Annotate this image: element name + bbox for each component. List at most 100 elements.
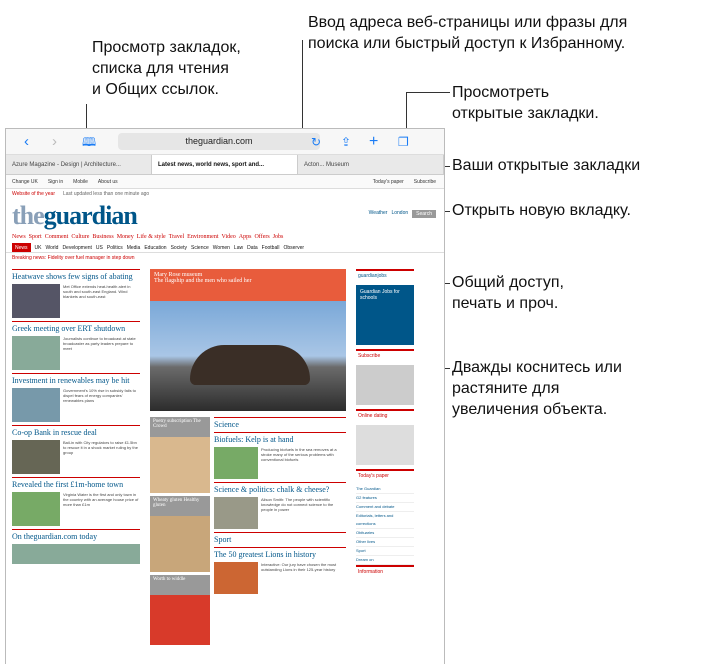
food-image[interactable] [150, 437, 210, 493]
story-row: Virginia Water is the first and only tow… [12, 492, 140, 529]
subbar-link[interactable]: Mobile [73, 175, 88, 188]
sidebar-link[interactable]: Editorials, letters and corrections [356, 512, 414, 529]
reload-icon[interactable]: ↻ [311, 133, 321, 151]
strip-award[interactable]: Website of the year [12, 189, 55, 200]
subnav-link[interactable]: Observer [283, 243, 304, 252]
headline[interactable]: Biofuels: Kelp is at hand [214, 432, 346, 444]
sidebar-link[interactable]: Other lives [356, 538, 414, 547]
tab-azure[interactable]: Azure Magazine - Design | Architecture..… [6, 155, 152, 174]
subnav-link[interactable]: Development [62, 243, 91, 252]
section-link[interactable]: Sport [29, 232, 42, 243]
headline[interactable]: Investment in renewables may be hit [12, 373, 140, 385]
sidebar-link[interactable]: Sport [356, 547, 414, 556]
jobs-ad[interactable]: Guardian Jobs for schools [356, 285, 414, 345]
tab-museum[interactable]: Acton... Museum [298, 155, 444, 174]
subnav-link[interactable]: Society [171, 243, 187, 252]
section-link[interactable]: Environment [187, 232, 218, 243]
todays-paper-box[interactable]: Today's paper [356, 469, 414, 481]
headline[interactable]: Revealed the first £1m-home town [12, 477, 140, 489]
subbar-link[interactable]: About us [98, 175, 118, 188]
subbar-link[interactable]: Change UK [12, 175, 38, 188]
share-icon[interactable]: ⇪ [341, 133, 351, 151]
subnav-link[interactable]: Women [213, 243, 230, 252]
subnav-link[interactable]: World [45, 243, 58, 252]
subnav-link[interactable]: Football [262, 243, 280, 252]
story-image[interactable] [12, 440, 60, 474]
subbar-link[interactable]: Subscribe [414, 175, 436, 188]
dating-image[interactable] [356, 425, 414, 465]
headline[interactable]: Greek meeting over ERT shutdown [12, 321, 140, 333]
dating-box[interactable]: Online dating [356, 409, 414, 421]
section-link[interactable]: News [12, 232, 26, 243]
plus-icon[interactable]: + [369, 133, 378, 151]
story-image[interactable] [214, 562, 258, 594]
sidebar-link[interactable]: The Guardian [356, 485, 414, 494]
information-box[interactable]: Information [356, 565, 414, 577]
headline[interactable]: Heatwave shows few signs of abating [12, 269, 140, 281]
subbar-link[interactable]: Sign in [48, 175, 63, 188]
subnav-link[interactable]: Science [191, 243, 209, 252]
story-image[interactable] [214, 497, 258, 529]
story-image[interactable] [12, 336, 60, 370]
section-link[interactable]: Life & style [137, 232, 166, 243]
flower-image[interactable] [150, 595, 210, 645]
chevron-right-icon[interactable]: › [52, 133, 57, 151]
section-link[interactable]: Apps [239, 232, 252, 243]
section-link[interactable]: Video [221, 232, 235, 243]
grey-box[interactable]: Worth to widdle [150, 575, 210, 595]
section-link[interactable]: Comment [45, 232, 69, 243]
weather-link[interactable]: Weather [369, 210, 388, 218]
grey-box[interactable]: Wheaty gluten Healthy gluten [150, 496, 210, 516]
headline[interactable]: Sport [214, 532, 346, 544]
chevron-left-icon[interactable]: ‹ [24, 133, 29, 151]
guardian-logo[interactable]: theguardian [12, 201, 138, 230]
tab-guardian[interactable]: Latest news, world news, sport and... [152, 155, 298, 174]
search-button[interactable]: Search [412, 210, 436, 218]
section-link[interactable]: Money [117, 232, 134, 243]
section-link[interactable]: Business [92, 232, 113, 243]
story-image[interactable] [12, 492, 60, 526]
subnav-link[interactable]: UK [35, 243, 42, 252]
book-icon[interactable]: 🕮 [82, 133, 96, 151]
food-image[interactable] [150, 516, 210, 572]
jobs-title[interactable]: guardianjobs [356, 269, 414, 281]
sidebar-link[interactable]: G2 features [356, 494, 414, 503]
address-bar[interactable]: theguardian.com [118, 133, 320, 150]
sidebar-link[interactable]: Comment and debate [356, 503, 414, 512]
story-image[interactable] [214, 447, 258, 479]
subnav-link[interactable]: Data [247, 243, 258, 252]
subnav-link[interactable]: Media [127, 243, 141, 252]
subscribe-box[interactable]: Subscribe [356, 349, 414, 361]
subnav-link[interactable]: Education [144, 243, 166, 252]
location-link[interactable]: London [391, 210, 408, 218]
section-link[interactable]: Offers [254, 232, 269, 243]
logo-guardian: guardian [43, 201, 138, 230]
subbar-link[interactable]: Today's paper [373, 175, 404, 188]
headline[interactable]: The 50 greatest Lions in history [214, 547, 346, 559]
section-link[interactable]: Travel [169, 232, 184, 243]
subnav-link[interactable]: Law [234, 243, 243, 252]
headline[interactable]: Co-op Bank in rescue deal [12, 425, 140, 437]
callout-open-tabs: Ваши открытые закладки [452, 157, 641, 174]
story-image[interactable] [12, 388, 60, 422]
headline[interactable]: Science & politics: chalk & cheese? [214, 482, 346, 494]
section-link[interactable]: Jobs [273, 232, 284, 243]
breaking-news[interactable]: Breaking news: Fidelity over fuel manage… [6, 253, 444, 263]
masthead: theguardian Weather London Search [6, 200, 444, 232]
story-image[interactable] [12, 544, 140, 564]
callout-line: открытые закладки. [452, 105, 599, 122]
feature-header[interactable]: Mary Rose museum The flagship and the me… [150, 269, 346, 301]
headline[interactable]: Science [214, 417, 346, 429]
sidebar-link[interactable]: Obituaries [356, 529, 414, 538]
feature-image[interactable] [150, 301, 346, 411]
subscribe-image[interactable] [356, 365, 414, 405]
subnav-link[interactable]: Politics [107, 243, 123, 252]
subnav-link[interactable]: US [96, 243, 103, 252]
grey-box[interactable]: Poetry subscription The Crowd [150, 417, 210, 437]
tabs-icon[interactable]: ❐ [398, 133, 409, 151]
headline[interactable]: On theguardian.com today [12, 529, 140, 541]
sidebar-link[interactable]: Dream on [356, 556, 414, 565]
subnav-link[interactable]: News [12, 243, 31, 252]
section-link[interactable]: Culture [71, 232, 89, 243]
story-image[interactable] [12, 284, 60, 318]
